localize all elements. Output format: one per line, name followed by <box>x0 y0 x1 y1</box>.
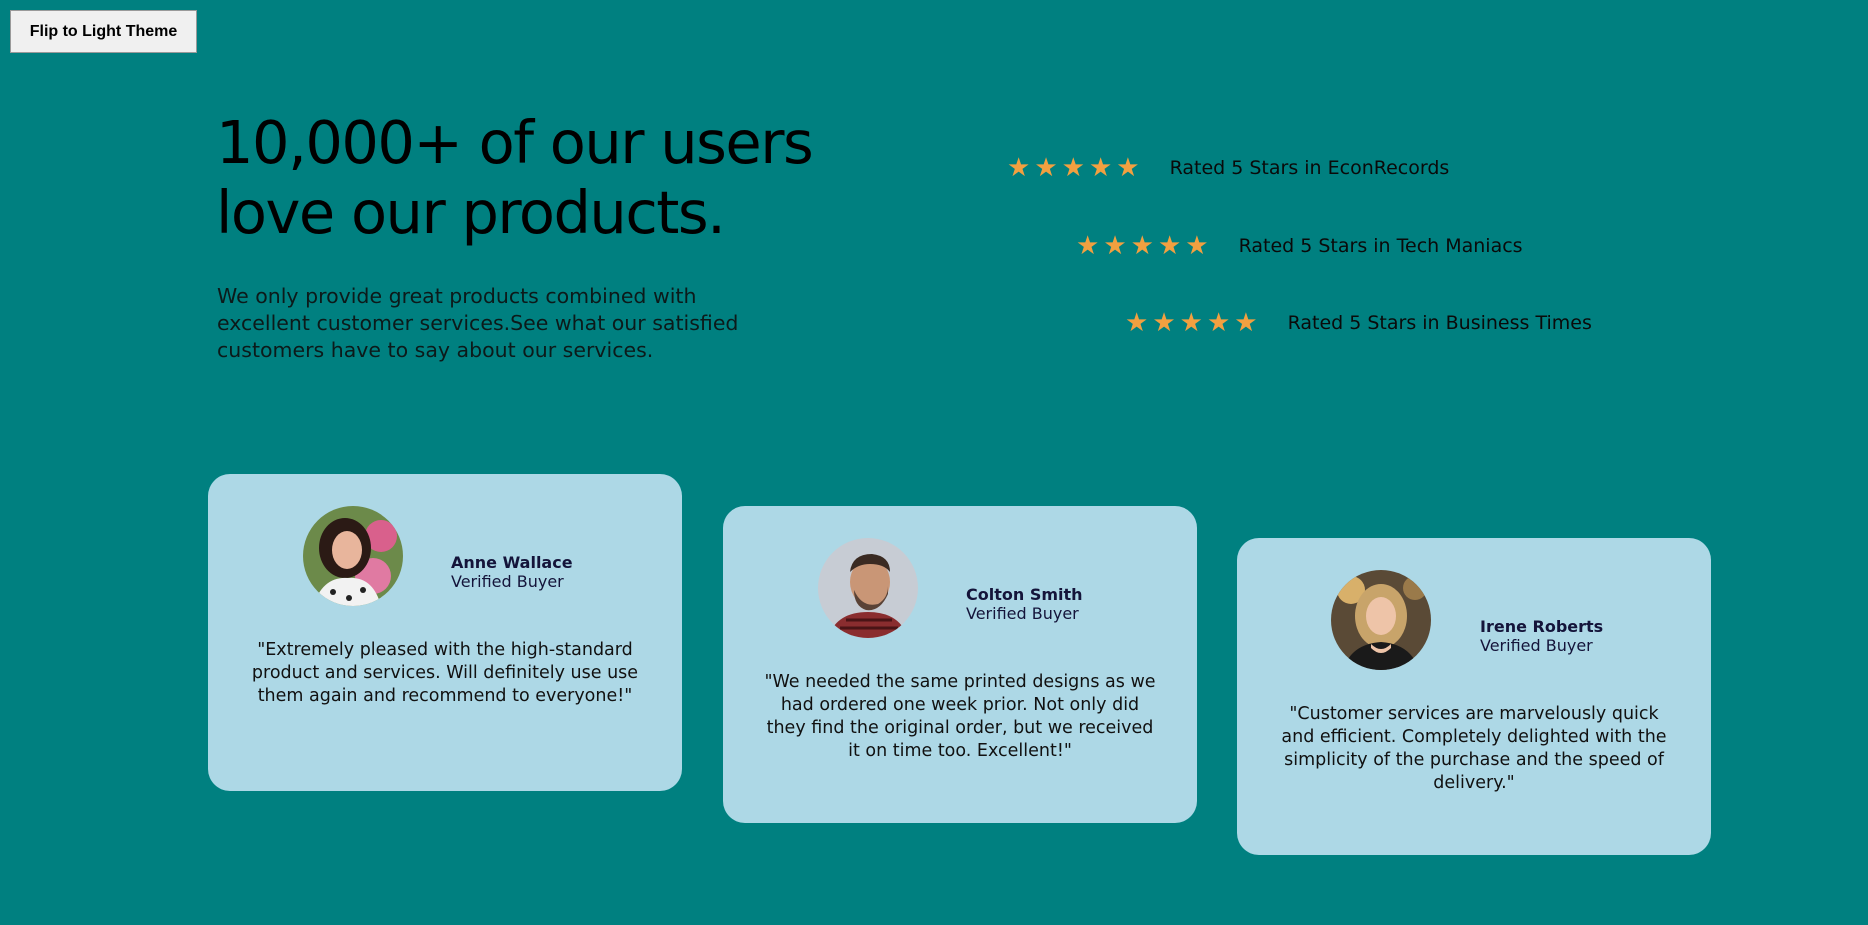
rating-business-times: ★ ★ ★ ★ ★ Rated 5 Stars in Business Time… <box>1125 310 1592 336</box>
star-icon: ★ <box>1179 308 1203 338</box>
testimonial-card: Anne Wallace Verified Buyer "Extremely p… <box>208 474 682 791</box>
testimonial-card: Irene Roberts Verified Buyer "Customer s… <box>1237 538 1711 855</box>
star-rating: ★ ★ ★ ★ ★ <box>1076 233 1209 259</box>
star-icon: ★ <box>1076 231 1100 261</box>
star-icon: ★ <box>1034 153 1058 183</box>
rating-econrecords: ★ ★ ★ ★ ★ Rated 5 Stars in EconRecords <box>1007 155 1449 181</box>
avatar <box>303 506 403 606</box>
avatar <box>818 538 918 638</box>
reviewer-role: Verified Buyer <box>1480 636 1593 655</box>
rating-text: Rated 5 Stars in Tech Maniacs <box>1238 235 1523 257</box>
testimonial-quote: "Extremely pleased with the high-standar… <box>251 640 639 706</box>
star-icon: ★ <box>1116 153 1140 183</box>
page-headline: 10,000+ of our users love our products. <box>216 108 814 247</box>
star-rating: ★ ★ ★ ★ ★ <box>1007 155 1140 181</box>
star-icon: ★ <box>1061 153 1085 183</box>
intro-text: We only provide great products combined … <box>217 284 739 362</box>
star-icon: ★ <box>1157 231 1182 261</box>
rating-text: Rated 5 Stars in Business Times <box>1287 312 1592 334</box>
star-icon: ★ <box>1185 231 1209 261</box>
star-icon: ★ <box>1088 153 1113 183</box>
star-rating: ★ ★ ★ ★ ★ <box>1125 310 1258 336</box>
reviewer-name: Anne Wallace <box>451 553 573 572</box>
avatar <box>1331 570 1431 670</box>
star-icon: ★ <box>1206 308 1231 338</box>
star-icon: ★ <box>1152 308 1176 338</box>
star-icon: ★ <box>1007 153 1031 183</box>
testimonial-card: Colton Smith Verified Buyer "We needed t… <box>723 506 1197 823</box>
reviewer-name: Irene Roberts <box>1480 617 1604 636</box>
theme-toggle-button[interactable]: Flip to Light Theme <box>10 10 197 53</box>
star-icon: ★ <box>1234 308 1258 338</box>
testimonial-quote: "Customer services are marvelously quick… <box>1281 704 1667 793</box>
star-icon: ★ <box>1125 308 1149 338</box>
star-icon: ★ <box>1103 231 1127 261</box>
star-icon: ★ <box>1130 231 1154 261</box>
rating-tech-maniacs: ★ ★ ★ ★ ★ Rated 5 Stars in Tech Maniacs <box>1076 233 1523 259</box>
reviewer-role: Verified Buyer <box>451 572 564 591</box>
reviewer-role: Verified Buyer <box>966 604 1079 623</box>
reviewer-name: Colton Smith <box>966 585 1083 604</box>
testimonial-quote: "We needed the same printed designs as w… <box>764 672 1156 761</box>
rating-text: Rated 5 Stars in EconRecords <box>1169 157 1450 179</box>
